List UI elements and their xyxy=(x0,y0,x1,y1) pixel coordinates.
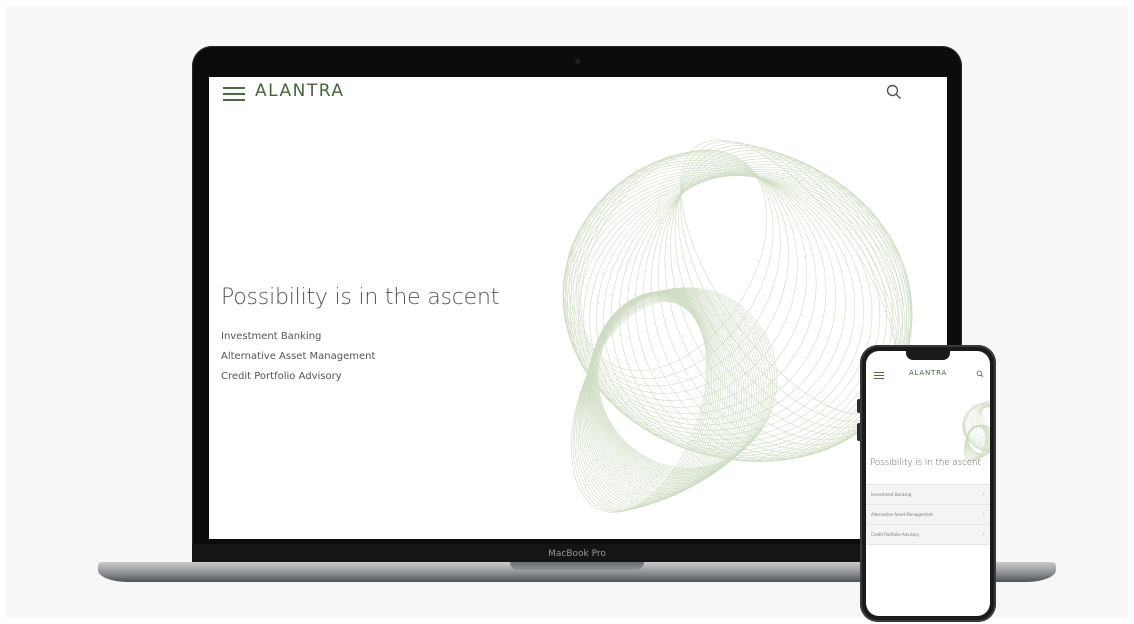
laptop-screen: ALANTRA Possibility is in the ascent Inv… xyxy=(209,77,947,539)
hero-headline: Possibility is in the ascent xyxy=(221,285,500,310)
search-icon[interactable] xyxy=(885,83,903,101)
search-icon[interactable] xyxy=(976,370,984,378)
nav-link-alternative-asset-management[interactable]: Alternative Asset Management xyxy=(221,347,375,367)
phone-screen: ALANTRA Possibility is in the ascent Inv… xyxy=(866,351,990,616)
phone-side-button xyxy=(857,423,860,441)
list-item-alternative-asset-management[interactable]: Alternative Asset Management › xyxy=(866,505,990,525)
chevron-right-icon: › xyxy=(982,491,985,498)
site-logo[interactable]: ALANTRA xyxy=(255,81,344,101)
nav-link-investment-banking[interactable]: Investment Banking xyxy=(221,327,375,347)
hero-wave-art xyxy=(962,400,990,461)
hero-headline: Possibility is in the ascent xyxy=(870,458,981,468)
device-mockup-stage: ALANTRA Possibility is in the ascent Inv… xyxy=(6,6,1128,622)
laptop-display: ALANTRA Possibility is in the ascent Inv… xyxy=(192,46,962,564)
chevron-right-icon: › xyxy=(982,511,985,518)
chevron-right-icon: › xyxy=(982,531,985,538)
phone-device: ALANTRA Possibility is in the ascent Inv… xyxy=(857,345,996,622)
list-item-label: Investment Banking xyxy=(871,492,912,497)
laptop-brand-label: MacBook Pro xyxy=(548,549,606,559)
mobile-nav-list: Investment Banking › Alternative Asset M… xyxy=(866,484,990,545)
hero-nav-links: Investment Banking Alternative Asset Man… xyxy=(221,327,375,387)
list-item-investment-banking[interactable]: Investment Banking › xyxy=(866,484,990,505)
phone-side-button xyxy=(857,399,860,413)
laptop-hinge: MacBook Pro xyxy=(192,544,962,564)
laptop-camera xyxy=(575,59,580,64)
site-logo[interactable]: ALANTRA xyxy=(866,369,990,377)
list-item-label: Credit Portfolio Advisory xyxy=(871,532,920,537)
list-item-label: Alternative Asset Management xyxy=(871,512,933,517)
phone-notch xyxy=(906,351,950,360)
laptop-open-notch xyxy=(510,562,644,570)
list-item-credit-portfolio-advisory[interactable]: Credit Portfolio Advisory › xyxy=(866,525,990,545)
nav-link-credit-portfolio-advisory[interactable]: Credit Portfolio Advisory xyxy=(221,367,375,387)
hamburger-menu-icon[interactable] xyxy=(223,87,245,101)
